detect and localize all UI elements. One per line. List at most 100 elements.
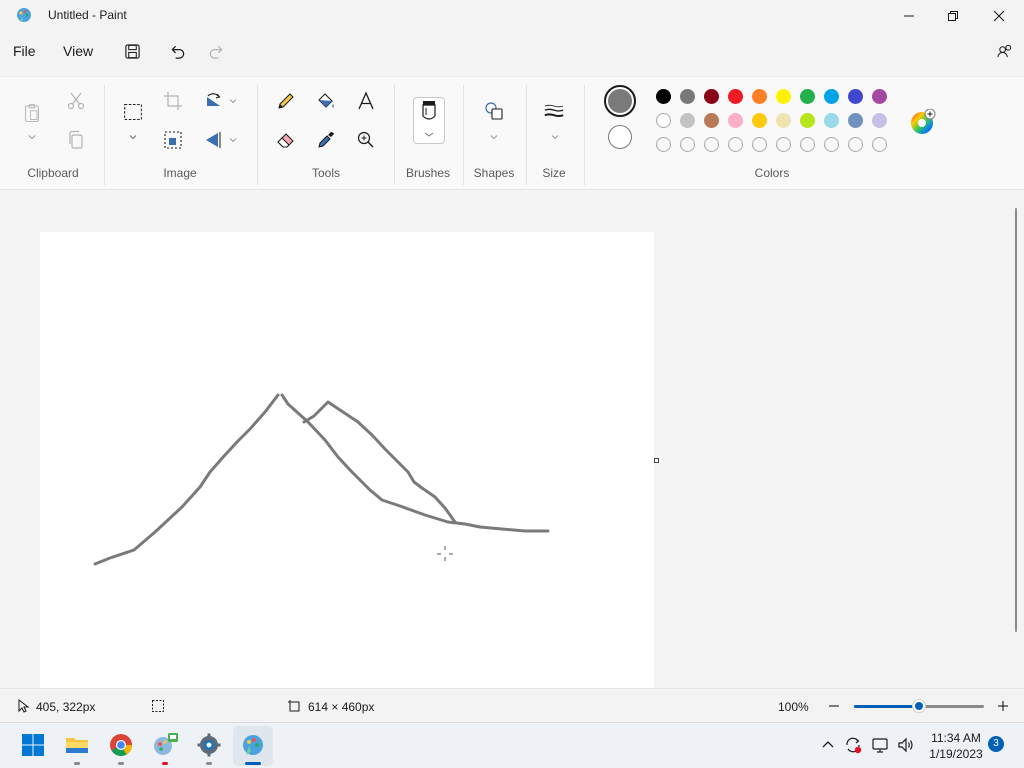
window-title: Untitled - Paint	[48, 8, 127, 22]
eraser-icon	[277, 133, 294, 148]
taskbar-chrome[interactable]	[108, 732, 134, 758]
color-swatch[interactable]	[848, 89, 863, 104]
cut-button[interactable]	[64, 89, 88, 113]
color-swatch[interactable]	[728, 89, 743, 104]
eraser-tool[interactable]	[274, 128, 298, 152]
flip-chevron-icon[interactable]	[228, 135, 238, 145]
menu-view[interactable]: View	[63, 43, 93, 59]
minus-icon	[829, 705, 839, 707]
color-swatch[interactable]	[752, 113, 767, 128]
start-button[interactable]	[20, 732, 46, 758]
size-chevron-icon[interactable]	[550, 132, 560, 142]
custom-color-slot[interactable]	[776, 137, 791, 152]
color-swatch[interactable]	[776, 113, 791, 128]
paste-chevron-icon[interactable]	[27, 132, 37, 142]
color-swatch[interactable]	[776, 89, 791, 104]
custom-color-slot[interactable]	[824, 137, 839, 152]
close-button[interactable]	[976, 0, 1022, 32]
notification-badge[interactable]: 3	[988, 736, 1004, 752]
canvas-size: 614 × 460px	[308, 700, 375, 714]
custom-color-slot[interactable]	[872, 137, 887, 152]
custom-color-slot[interactable]	[848, 137, 863, 152]
taskbar-settings[interactable]	[196, 732, 222, 758]
text-tool[interactable]	[354, 89, 378, 113]
chevron-up-icon	[822, 741, 834, 748]
maximize-button[interactable]	[930, 0, 976, 32]
color-swatch[interactable]	[656, 89, 671, 104]
tray-volume-button[interactable]	[895, 732, 917, 758]
taskbar-paint[interactable]	[240, 732, 266, 758]
zoom-out-button[interactable]	[826, 698, 842, 714]
save-button[interactable]	[121, 40, 143, 62]
custom-color-slot[interactable]	[800, 137, 815, 152]
zoom-slider-thumb[interactable]	[913, 700, 925, 712]
color-swatch[interactable]	[656, 113, 671, 128]
secondary-color-button[interactable]	[608, 125, 632, 149]
magnifier-tool[interactable]	[354, 128, 378, 152]
color-swatch[interactable]	[824, 89, 839, 104]
color-swatch[interactable]	[848, 113, 863, 128]
shapes-button[interactable]	[482, 99, 506, 123]
color-swatch[interactable]	[800, 89, 815, 104]
zoom-slider-fill	[854, 705, 919, 708]
color-swatch[interactable]	[704, 89, 719, 104]
paint-palette-icon	[154, 733, 178, 755]
color-swatch[interactable]	[824, 113, 839, 128]
rotate-chevron-icon[interactable]	[228, 96, 238, 106]
vertical-scrollbar[interactable]	[1015, 208, 1017, 632]
crop-button[interactable]	[161, 89, 185, 113]
custom-color-slot[interactable]	[752, 137, 767, 152]
pencil-tool[interactable]	[274, 89, 298, 113]
menu-file[interactable]: File	[13, 43, 36, 59]
custom-color-slot[interactable]	[680, 137, 695, 152]
color-swatch[interactable]	[680, 113, 695, 128]
color-swatch[interactable]	[872, 89, 887, 104]
color-swatch[interactable]	[680, 89, 695, 104]
text-icon	[358, 91, 374, 110]
stroke-left-slope	[93, 393, 280, 566]
select-button[interactable]	[120, 99, 146, 125]
size-button[interactable]	[542, 99, 566, 123]
undo-button[interactable]	[166, 40, 188, 62]
shapes-chevron-icon[interactable]	[489, 132, 499, 142]
zoom-slider[interactable]	[854, 700, 984, 712]
redo-button[interactable]	[205, 40, 227, 62]
account-button[interactable]	[993, 40, 1015, 62]
minimize-button[interactable]	[886, 0, 932, 32]
rotate-button[interactable]	[201, 89, 225, 113]
show-hidden-icons-button[interactable]	[817, 732, 839, 758]
color-swatch[interactable]	[752, 89, 767, 104]
zoom-in-button[interactable]	[995, 698, 1011, 714]
plus-icon	[998, 701, 1008, 711]
tray-sync-button[interactable]	[842, 732, 864, 758]
color-swatch[interactable]	[704, 113, 719, 128]
color-picker-tool[interactable]	[314, 128, 338, 152]
custom-color-slot[interactable]	[704, 137, 719, 152]
color-swatch[interactable]	[872, 113, 887, 128]
primary-color-button[interactable]	[604, 85, 636, 117]
taskbar-app-with-badge[interactable]	[152, 732, 178, 758]
brushes-button[interactable]	[413, 97, 445, 144]
ribbon-separator	[584, 85, 585, 185]
color-swatch[interactable]	[728, 113, 743, 128]
taskbar-file-explorer[interactable]	[64, 732, 90, 758]
custom-color-slot[interactable]	[656, 137, 671, 152]
drawing-canvas[interactable]	[40, 232, 654, 688]
edit-colors-button[interactable]	[910, 108, 936, 135]
color-swatch[interactable]	[800, 113, 815, 128]
primary-color-swatch	[608, 89, 632, 113]
taskbar-clock[interactable]: 11:34 AM 1/19/2023	[926, 730, 986, 762]
custom-color-slot[interactable]	[728, 137, 743, 152]
canvas-resize-handle[interactable]	[654, 458, 659, 463]
redo-icon	[209, 45, 223, 59]
ribbon-separator	[257, 85, 258, 185]
paste-button[interactable]	[20, 99, 44, 127]
sync-icon	[846, 737, 862, 754]
fill-tool[interactable]	[314, 89, 338, 113]
copy-button[interactable]	[64, 128, 88, 152]
select-chevron-icon[interactable]	[128, 132, 138, 142]
minimize-icon	[904, 15, 914, 17]
resize-button[interactable]	[161, 128, 185, 152]
tray-network-button[interactable]	[869, 732, 891, 758]
flip-button[interactable]	[201, 128, 225, 152]
